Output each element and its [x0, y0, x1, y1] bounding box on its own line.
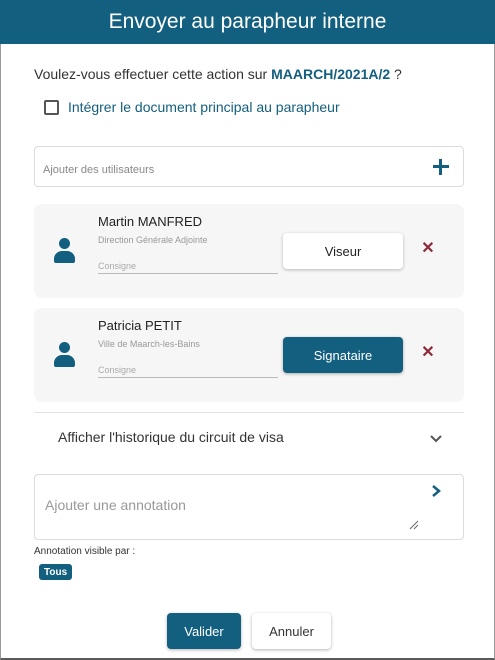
include-main-document-option[interactable]: Intégrer le document principal au paraph… — [44, 99, 340, 115]
chevron-down-icon[interactable] — [428, 431, 444, 447]
role-button-signataire[interactable]: Signataire — [283, 337, 403, 373]
role-button-viseur[interactable]: Viseur — [283, 233, 403, 269]
user-name: Martin MANFRED — [98, 214, 203, 229]
add-users-input[interactable]: Ajouter des utilisateurs — [34, 146, 464, 187]
consigne-input[interactable]: Consigne — [98, 254, 278, 274]
consigne-input[interactable]: Consigne — [98, 358, 278, 378]
annotation-placeholder: Ajouter une annotation — [45, 497, 186, 513]
chevron-right-icon[interactable] — [429, 484, 443, 498]
resize-grip-icon[interactable] — [409, 517, 419, 530]
add-users-placeholder: Ajouter des utilisateurs — [43, 163, 155, 176]
close-icon[interactable]: ✕ — [421, 345, 435, 361]
user-name: Patricia PETIT — [98, 318, 182, 333]
workflow-user-card: Patricia PETIT Ville de Maarch-les-Bains… — [34, 308, 464, 402]
dialog-title: Envoyer au parapheur interne — [108, 10, 387, 33]
document-reference: MAARCH/2021A/2 — [271, 66, 391, 82]
cancel-button[interactable]: Annuler — [252, 613, 331, 649]
include-main-document-checkbox[interactable] — [44, 99, 59, 115]
visibility-badge[interactable]: Tous — [39, 564, 73, 580]
close-icon[interactable]: ✕ — [421, 241, 435, 257]
annotation-visibility-label: Annotation visible par : — [34, 546, 136, 557]
include-main-document-label[interactable]: Intégrer le document principal au paraph… — [68, 99, 340, 115]
visa-history-toggle[interactable]: Afficher l'historique du circuit de visa — [58, 429, 284, 445]
question-prefix: Voulez-vous effectuer cette action sur — [34, 66, 272, 82]
dialog-header: Envoyer au parapheur interne — [0, 0, 495, 44]
person-icon — [54, 342, 75, 368]
person-icon — [54, 238, 75, 264]
workflow-user-card: Martin MANFRED Direction Générale Adjoin… — [34, 204, 464, 298]
divider — [34, 412, 464, 413]
plus-icon[interactable] — [431, 156, 453, 178]
question-suffix: ? — [390, 66, 402, 82]
submit-button[interactable]: Valider — [167, 613, 241, 649]
user-entity: Direction Générale Adjointe — [98, 235, 208, 245]
user-entity: Ville de Maarch-les-Bains — [98, 339, 200, 349]
annotation-textarea[interactable]: Ajouter une annotation — [34, 474, 464, 540]
confirmation-question: Voulez-vous effectuer cette action sur M… — [34, 66, 402, 82]
